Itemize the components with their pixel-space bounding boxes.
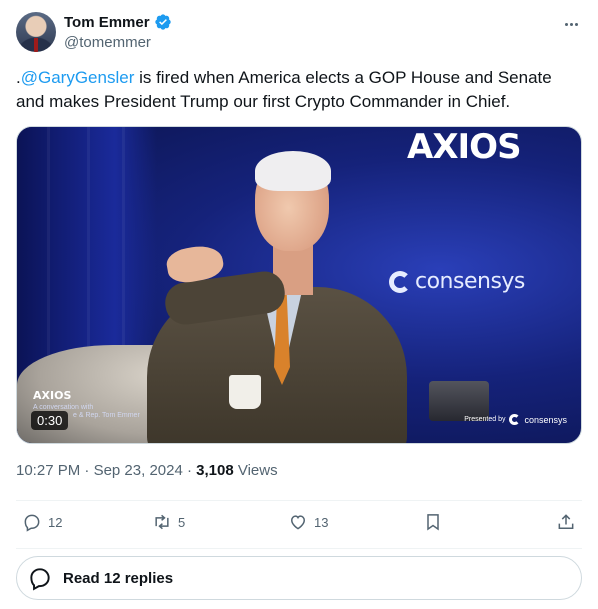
like-button[interactable]: 13 (288, 512, 328, 532)
avatar[interactable] (16, 12, 56, 52)
axios-logo-top: AXIOS (407, 127, 522, 167)
author-name-row: Tom Emmer (64, 13, 172, 31)
reply-icon (24, 514, 40, 532)
reply-button[interactable]: 12 (22, 512, 62, 532)
axios-logo-bottom: AXIOS (33, 389, 72, 402)
speaker-hair (255, 151, 331, 191)
tweet-time[interactable]: 10:27 PM (16, 462, 80, 479)
retweet-icon (155, 514, 169, 530)
mention-link[interactable]: @GaryGensler (21, 68, 135, 87)
tweet-meta: 10:27 PM · Sep 23, 2024 · 3,108 Views (16, 462, 278, 479)
meta-separator-2: · (182, 462, 197, 479)
share-icon (558, 514, 574, 529)
consensys-small-icon (509, 414, 521, 425)
divider-bottom (16, 548, 582, 549)
presented-by: Presented by consensys (464, 414, 567, 425)
video-duration: 0:30 (31, 411, 69, 430)
retweet-button[interactable]: 5 (152, 512, 185, 532)
author-handle[interactable]: @tomemmer (64, 34, 151, 51)
coffee-cup (229, 375, 261, 409)
read-replies-label: Read 12 replies (63, 569, 174, 587)
tweet-header: Tom Emmer @tomemmer (16, 12, 586, 56)
consensys-wordmark: consensys (415, 269, 525, 294)
author-name[interactable]: Tom Emmer (64, 14, 150, 31)
consensys-logo: consensys (389, 269, 525, 294)
heart-icon (290, 515, 306, 530)
bookmark-icon (427, 514, 439, 531)
meta-separator: · (80, 462, 94, 479)
retweet-count: 5 (178, 514, 186, 530)
views-count: 3,108 (196, 462, 234, 479)
bookmark-button[interactable] (423, 512, 443, 532)
verified-badge-icon (154, 13, 172, 31)
presented-by-label: Presented by (464, 416, 506, 423)
video-player[interactable]: AXIOS consensys AXIOS A conversation wit… (16, 126, 582, 444)
share-button[interactable] (556, 512, 576, 532)
presented-brand: consensys (524, 414, 567, 425)
read-replies-button[interactable]: Read 12 replies (16, 556, 582, 600)
views-label: Views (233, 462, 278, 479)
avatar-tie (34, 38, 38, 52)
action-bar: 12 5 13 (16, 500, 582, 548)
tweet-text: .@GaryGensler is fired when America elec… (16, 66, 576, 114)
reply-count: 12 (48, 514, 63, 530)
like-count: 13 (314, 514, 329, 530)
more-options-icon[interactable] (560, 14, 582, 34)
consensys-c-icon (389, 270, 411, 293)
reply-bubble-icon (30, 568, 50, 591)
tweet-date[interactable]: Sep 23, 2024 (94, 462, 183, 479)
